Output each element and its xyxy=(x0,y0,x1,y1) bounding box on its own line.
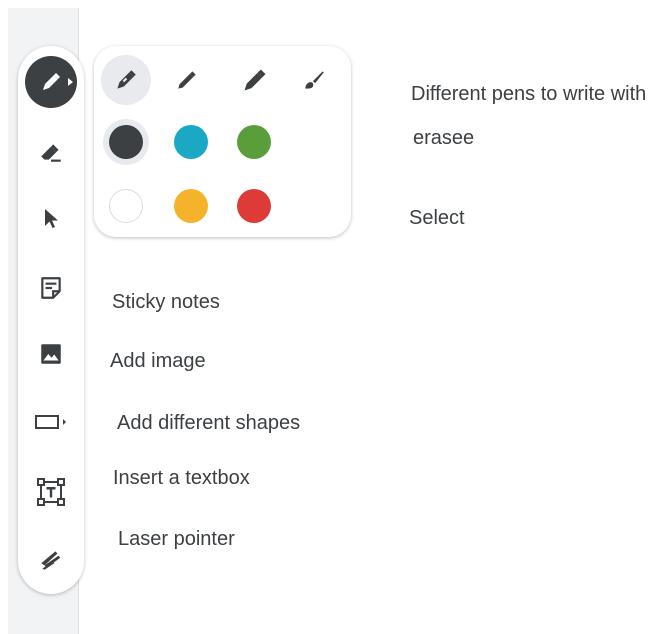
pen-option-highlighter[interactable] xyxy=(230,55,280,105)
pen-palette xyxy=(94,46,351,237)
cursor-icon xyxy=(45,209,58,228)
pen-option-brush[interactable] xyxy=(289,55,339,105)
image-icon xyxy=(41,344,61,364)
label-add-image: Add image xyxy=(110,350,206,372)
tool-eraser[interactable] xyxy=(18,128,84,176)
tool-shape[interactable] xyxy=(18,398,84,446)
tool-laser[interactable] xyxy=(18,536,84,584)
label-sticky-notes: Sticky notes xyxy=(112,291,220,313)
color-swatch-yellow[interactable] xyxy=(174,189,208,223)
laser-pointer-icon xyxy=(41,551,61,570)
color-swatch-white[interactable] xyxy=(109,189,143,223)
toolbar xyxy=(18,46,84,594)
felt-pen-icon xyxy=(117,70,136,89)
label-eraser: erasee xyxy=(413,127,475,149)
brush-icon xyxy=(305,71,324,89)
label-insert-textbox: Insert a textbox xyxy=(113,467,250,489)
color-swatch-dark-gray[interactable] xyxy=(109,125,143,159)
label-laser-pointer: Laser pointer xyxy=(118,528,235,550)
rectangle-icon xyxy=(35,415,66,429)
color-swatch-cyan[interactable] xyxy=(174,125,208,159)
color-swatch-red[interactable] xyxy=(237,189,271,223)
pen-option-felt[interactable] xyxy=(101,55,151,105)
tool-pen[interactable] xyxy=(18,56,84,108)
tool-sticky-note[interactable] xyxy=(18,264,84,312)
highlighter-icon xyxy=(244,69,266,91)
label-select: Select xyxy=(409,207,465,229)
tool-image[interactable] xyxy=(18,330,84,378)
sticky-note-icon xyxy=(41,277,61,299)
pen-option-marker[interactable] xyxy=(162,55,212,105)
pen-icon xyxy=(25,56,77,108)
textbox-icon xyxy=(37,478,65,506)
marker-icon xyxy=(178,71,196,89)
eraser-icon xyxy=(41,144,61,162)
label-pens: Different pens to write with xyxy=(411,83,647,105)
color-swatch-green[interactable] xyxy=(237,125,271,159)
tool-textbox[interactable] xyxy=(18,468,84,516)
label-add-shapes: Add different shapes xyxy=(117,412,301,434)
tool-select[interactable] xyxy=(18,194,84,242)
